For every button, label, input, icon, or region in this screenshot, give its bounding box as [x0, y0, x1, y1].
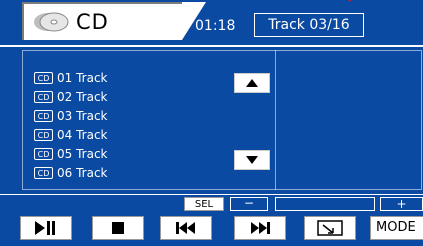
cd-badge-icon: CD [34, 71, 53, 84]
next-track-icon [251, 222, 270, 234]
menu-icon [317, 220, 343, 236]
stop-button[interactable] [92, 216, 144, 240]
track-label: 02 Track [57, 89, 108, 104]
list-item[interactable]: CD 04 Track [34, 125, 107, 144]
scroll-down-button[interactable] [234, 150, 270, 170]
scroll-up-button[interactable] [234, 73, 270, 93]
next-track-button[interactable] [234, 216, 286, 240]
cd-badge-icon: CD [34, 147, 53, 160]
list-item[interactable]: CD 05 Track [34, 144, 107, 163]
track-list: CD 01 Track CD 02 Track CD 03 Track CD 0… [34, 68, 107, 182]
source-tab[interactable]: CD [22, 2, 206, 40]
scroll-down-icon [246, 156, 258, 164]
header-divider [0, 41, 423, 47]
playback-time: 01:18 [195, 18, 236, 34]
menu-button[interactable] [304, 216, 356, 240]
track-indicator: Track 03/16 [254, 13, 364, 37]
top-bar: CD 01:18 Track 03/16 [0, 0, 423, 40]
previous-track-button[interactable] [160, 216, 212, 240]
previous-track-icon [176, 222, 195, 234]
accent-line [348, 0, 368, 2]
play-pause-icon [35, 221, 55, 235]
plus-button[interactable]: + [380, 197, 423, 211]
source-label: CD [76, 10, 109, 34]
play-pause-button[interactable] [20, 216, 72, 240]
minus-button[interactable]: − [230, 197, 268, 211]
sel-button[interactable]: SEL [184, 197, 224, 211]
mode-button[interactable]: MODE [370, 216, 423, 240]
track-label: 04 Track [57, 127, 108, 142]
cd-player-screen: CD 01:18 Track 03/16 CD 01 Track CD 02 T… [0, 0, 423, 246]
level-bar[interactable] [275, 197, 375, 211]
list-item[interactable]: CD 01 Track [34, 68, 107, 87]
stop-icon [112, 222, 124, 234]
scroll-up-icon [246, 79, 258, 87]
track-label: 01 Track [57, 70, 108, 85]
track-label: 03 Track [57, 108, 108, 123]
track-label: 06 Track [57, 165, 108, 180]
track-label: 05 Track [57, 146, 108, 161]
list-item[interactable]: CD 02 Track [34, 87, 107, 106]
cd-badge-icon: CD [34, 128, 53, 141]
info-pane [275, 50, 422, 190]
list-item[interactable]: CD 03 Track [34, 106, 107, 125]
cd-badge-icon: CD [34, 109, 53, 122]
playback-controls: MODE [0, 216, 423, 246]
list-item[interactable]: CD 06 Track [34, 163, 107, 182]
cd-badge-icon: CD [34, 90, 53, 103]
cd-disc-icon [34, 12, 69, 32]
cd-badge-icon: CD [34, 166, 53, 179]
controls-divider [0, 194, 423, 195]
